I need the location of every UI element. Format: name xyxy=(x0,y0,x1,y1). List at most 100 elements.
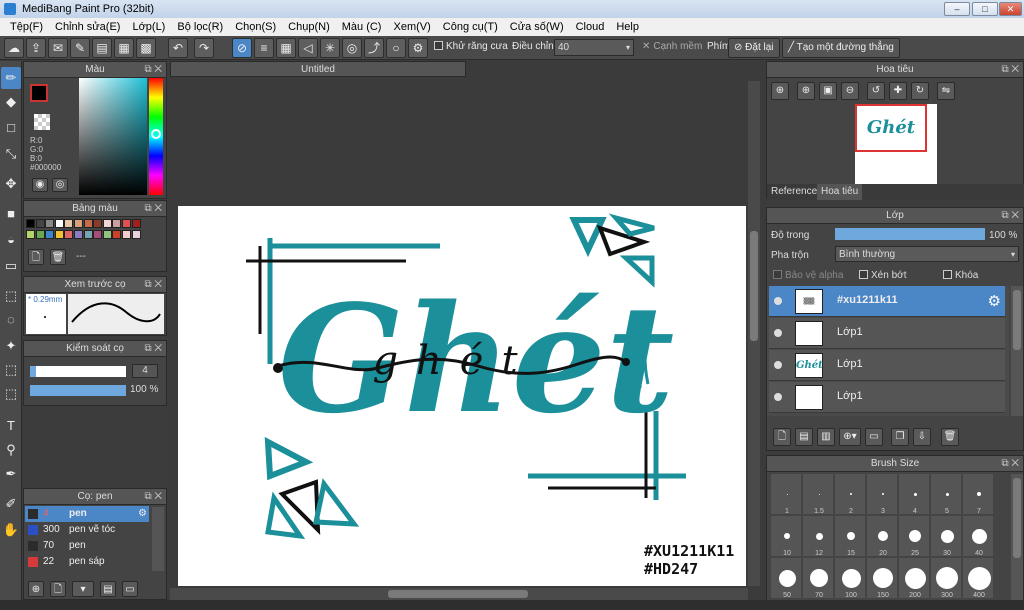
transparent-swatch[interactable] xyxy=(34,114,50,130)
palette-swatch[interactable] xyxy=(45,219,55,228)
palette-swatch[interactable] xyxy=(26,230,35,239)
cloud-icon[interactable]: ☁ xyxy=(4,38,24,58)
concentric-snap-icon[interactable]: ◎ xyxy=(342,38,362,58)
fit-icon[interactable]: ▣ xyxy=(819,82,837,100)
zoom-in-icon[interactable]: ⊕ xyxy=(771,82,789,100)
palette-swatch[interactable] xyxy=(112,230,122,239)
radial-snap-icon[interactable]: ✳ xyxy=(320,38,340,58)
menu-filter[interactable]: Bộ lọc(R) xyxy=(171,18,229,36)
color-wheel-icon[interactable]: ◉ xyxy=(32,178,48,192)
vanish-snap-icon[interactable]: ◁ xyxy=(298,38,318,58)
clipping-checkbox[interactable]: Xén bớt xyxy=(859,270,906,281)
antialias-checkbox[interactable]: Khử răng cưa xyxy=(434,41,508,52)
layer-add-menu-icon[interactable]: ⊕▾ xyxy=(839,428,861,446)
story-icon[interactable]: ▦ xyxy=(114,38,134,58)
upload-icon[interactable]: ⇪ xyxy=(26,38,46,58)
document-tab[interactable]: Untitled xyxy=(170,61,466,77)
palette-swatch[interactable] xyxy=(74,219,83,228)
select-eraser-icon[interactable]: ⬚ xyxy=(1,383,21,405)
merge-down-icon[interactable]: ⇩ xyxy=(913,428,931,446)
grid-icon[interactable]: ▩ xyxy=(136,38,156,58)
snap-off-icon[interactable]: ⊘ xyxy=(232,38,252,58)
menu-tools[interactable]: Công cụ(T) xyxy=(437,18,504,36)
palette-swatch[interactable] xyxy=(35,219,45,228)
redo-icon[interactable]: ↷ xyxy=(194,38,214,58)
move-tool-icon[interactable]: ✥ xyxy=(1,173,21,195)
primary-color-swatch[interactable] xyxy=(30,84,48,102)
duplicate-layer-icon[interactable]: ❐ xyxy=(891,428,909,446)
panel-menu-icon[interactable]: ⧉ ✕ xyxy=(144,489,162,505)
page-icon[interactable]: ▤ xyxy=(92,38,112,58)
palette-swatch[interactable] xyxy=(64,219,74,228)
lock-checkbox[interactable]: Khóa xyxy=(943,270,978,281)
undo-icon[interactable]: ↶ xyxy=(168,38,188,58)
shape-tool-icon[interactable]: □ xyxy=(1,117,21,139)
palette-grid[interactable] xyxy=(26,219,142,241)
layer-scrollbar[interactable] xyxy=(1011,286,1023,416)
reset-button[interactable]: ⊘ Đặt lại xyxy=(728,38,780,58)
palette-swatch[interactable] xyxy=(102,230,112,239)
brush-add-icon[interactable]: ⊕ xyxy=(28,581,44,597)
divide-tool-icon[interactable]: ✒ xyxy=(1,463,21,485)
folder-icon[interactable]: ▭ xyxy=(122,581,138,597)
palette-swatch[interactable] xyxy=(64,230,74,239)
chat-icon[interactable]: ✉ xyxy=(48,38,68,58)
adjust-select[interactable]: 40 ▾ xyxy=(554,39,634,56)
brush-size-scrollbar[interactable] xyxy=(1011,474,1023,608)
palette-swatch[interactable] xyxy=(35,230,45,239)
palette-swatch[interactable] xyxy=(122,219,131,228)
opacity-slider[interactable] xyxy=(30,385,126,396)
menu-select[interactable]: Chọn(S) xyxy=(229,18,282,36)
eye-icon[interactable] xyxy=(774,393,782,401)
palette-swatch[interactable] xyxy=(83,219,93,228)
maximize-button[interactable]: □ xyxy=(972,2,998,16)
palette-swatch[interactable] xyxy=(102,219,112,228)
panel-menu-icon[interactable]: ⧉ ✕ xyxy=(144,62,162,78)
palette-swatch[interactable] xyxy=(54,219,64,228)
hue-handle[interactable] xyxy=(151,129,161,139)
minimize-button[interactable]: – xyxy=(944,2,970,16)
panel-menu-icon[interactable]: ⧉ ✕ xyxy=(1001,62,1019,78)
canvas-vertical-scrollbar[interactable] xyxy=(748,81,760,586)
menu-color[interactable]: Màu (C) xyxy=(336,18,388,36)
lasso-tool-icon[interactable]: ◌ xyxy=(1,309,21,331)
palette-swatch[interactable] xyxy=(74,230,83,239)
operation-tool-icon[interactable]: ⚲ xyxy=(1,439,21,461)
eye-icon[interactable] xyxy=(774,329,782,337)
eye-icon[interactable] xyxy=(774,297,782,305)
blend-mode-select[interactable]: Bình thường ▾ xyxy=(835,246,1019,262)
rotate-right-icon[interactable]: ↻ xyxy=(911,82,929,100)
palette-swatch[interactable] xyxy=(93,230,103,239)
zoom-plus-icon[interactable]: ⊕ xyxy=(797,82,815,100)
soft-edge-checkbox[interactable]: ✕ Cạnh mềm xyxy=(642,41,702,52)
vertical-scroll-thumb[interactable] xyxy=(750,231,758,341)
size-slider[interactable] xyxy=(30,366,126,377)
palette-swatch[interactable] xyxy=(131,230,141,239)
palette-swatch[interactable] xyxy=(54,230,64,239)
horizontal-scroll-thumb[interactable] xyxy=(388,590,528,598)
rotate-left-icon[interactable]: ↺ xyxy=(867,82,885,100)
tab-navigator[interactable]: Hoa tiêu xyxy=(817,184,863,200)
flip-icon[interactable]: ⇋ xyxy=(937,82,955,100)
magic-wand-icon[interactable]: ✦ xyxy=(1,335,21,357)
folder-icon[interactable]: ▭ xyxy=(865,428,883,446)
menu-edit[interactable]: Chỉnh sửa(E) xyxy=(49,18,126,36)
menu-snap[interactable]: Chụp(N) xyxy=(282,18,336,36)
new-swatch-icon[interactable]: 🗋 xyxy=(28,249,44,265)
tab-reference[interactable]: Reference xyxy=(771,186,817,197)
menu-window[interactable]: Cửa số(W) xyxy=(504,18,570,36)
brush-list-scrollbar[interactable] xyxy=(152,507,164,571)
select-pen-icon[interactable]: ⬚ xyxy=(1,359,21,381)
palette-swatch[interactable] xyxy=(122,230,131,239)
straight-line-button[interactable]: ╱ Tạo một đường thẳng xyxy=(782,38,900,58)
zoom-out-icon[interactable]: ⊖ xyxy=(841,82,859,100)
layer-row[interactable]: Lớp1 xyxy=(769,382,1005,413)
gear-icon[interactable]: ⚙ xyxy=(138,506,147,522)
palette-swatch[interactable] xyxy=(93,219,103,228)
dotted-pen-icon[interactable]: ⤡ xyxy=(1,143,21,165)
delete-layer-icon[interactable]: 🗑 xyxy=(941,428,959,446)
panel-menu-icon[interactable]: ⧉ ✕ xyxy=(144,341,162,357)
navigator-viewport[interactable]: Ghét xyxy=(855,104,927,152)
brush-item[interactable]: 300 pen vẽ tóc xyxy=(25,522,149,538)
menu-view[interactable]: Xem(V) xyxy=(387,18,436,36)
